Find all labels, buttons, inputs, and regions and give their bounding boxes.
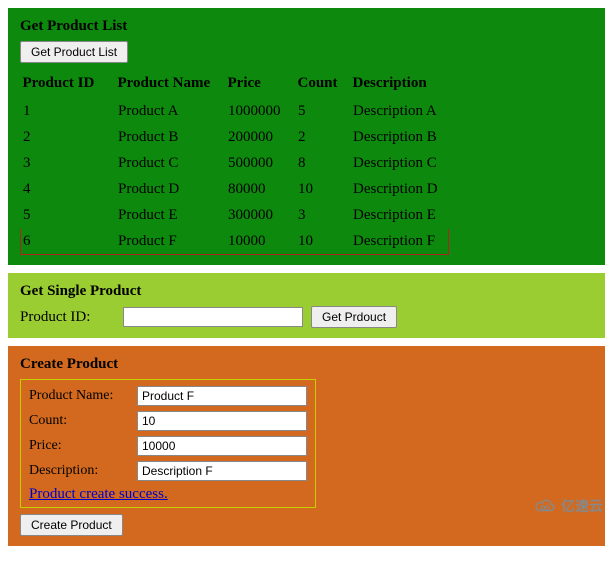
table-row[interactable]: 2Product B2000002Description B: [21, 125, 449, 151]
table-header-row: Product ID Product Name Price Count Desc…: [21, 71, 449, 99]
create-status-message: Product create success.: [29, 486, 307, 503]
get-product-list-panel: Get Product List Get Product List Produc…: [8, 8, 605, 265]
cell-count: 3: [296, 203, 351, 229]
table-row[interactable]: 3Product C5000008Description C: [21, 151, 449, 177]
create-product-button[interactable]: Create Product: [20, 514, 123, 536]
list-panel-title: Get Product List: [20, 18, 593, 35]
cell-price: 200000: [226, 125, 296, 151]
cell-price: 10000: [226, 229, 296, 255]
header-name: Product Name: [116, 71, 226, 99]
header-price: Price: [226, 71, 296, 99]
cell-id: 1: [21, 99, 116, 125]
cell-desc: Description D: [351, 177, 449, 203]
cell-desc: Description E: [351, 203, 449, 229]
cell-price: 80000: [226, 177, 296, 203]
cell-price: 500000: [226, 151, 296, 177]
cell-count: 10: [296, 229, 351, 255]
table-row[interactable]: 1Product A10000005Description A: [21, 99, 449, 125]
cell-name: Product B: [116, 125, 226, 151]
cell-id: 6: [21, 229, 116, 255]
product-name-input[interactable]: [137, 386, 307, 406]
table-row[interactable]: 4Product D8000010Description D: [21, 177, 449, 203]
cell-name: Product D: [116, 177, 226, 203]
cell-name: Product C: [116, 151, 226, 177]
description-label: Description:: [29, 463, 137, 479]
cell-id: 3: [21, 151, 116, 177]
cell-desc: Description A: [351, 99, 449, 125]
watermark-text: 亿速云: [561, 496, 603, 516]
watermark: 亿速云: [533, 496, 603, 516]
product-id-label: Product ID:: [20, 309, 115, 326]
get-single-product-panel: Get Single Product Product ID: Get Prdou…: [8, 273, 605, 338]
cell-price: 1000000: [226, 99, 296, 125]
product-name-label: Product Name:: [29, 388, 137, 404]
cell-count: 5: [296, 99, 351, 125]
price-label: Price:: [29, 438, 137, 454]
cell-count: 10: [296, 177, 351, 203]
table-row[interactable]: 6Product F1000010Description F: [21, 229, 449, 255]
product-id-input[interactable]: [123, 307, 303, 327]
cell-desc: Description C: [351, 151, 449, 177]
cell-price: 300000: [226, 203, 296, 229]
cloud-icon: [533, 497, 557, 515]
create-panel-title: Create Product: [20, 356, 593, 373]
cell-name: Product A: [116, 99, 226, 125]
single-panel-title: Get Single Product: [20, 283, 593, 300]
cell-id: 4: [21, 177, 116, 203]
create-product-panel: Create Product Product Name: Count: Pric…: [8, 346, 605, 546]
get-product-button[interactable]: Get Prdouct: [311, 306, 397, 328]
count-input[interactable]: [137, 411, 307, 431]
cell-id: 5: [21, 203, 116, 229]
count-label: Count:: [29, 413, 137, 429]
cell-name: Product F: [116, 229, 226, 255]
cell-id: 2: [21, 125, 116, 151]
price-input[interactable]: [137, 436, 307, 456]
header-desc: Description: [351, 71, 449, 99]
get-product-list-button[interactable]: Get Product List: [20, 41, 128, 63]
cell-desc: Description F: [351, 229, 449, 255]
product-table: Product ID Product Name Price Count Desc…: [20, 71, 449, 255]
cell-count: 2: [296, 125, 351, 151]
description-input[interactable]: [137, 461, 307, 481]
cell-count: 8: [296, 151, 351, 177]
create-form-box: Product Name: Count: Price: Description:…: [20, 379, 316, 508]
header-id: Product ID: [21, 71, 116, 99]
cell-desc: Description B: [351, 125, 449, 151]
cell-name: Product E: [116, 203, 226, 229]
header-count: Count: [296, 71, 351, 99]
table-row[interactable]: 5Product E3000003Description E: [21, 203, 449, 229]
